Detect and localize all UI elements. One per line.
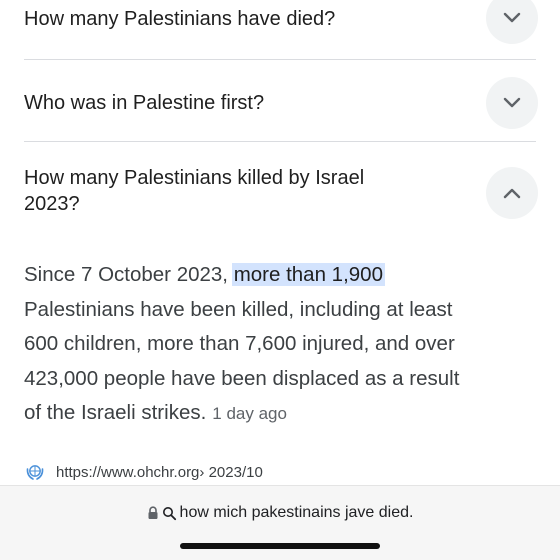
home-indicator[interactable] bbox=[180, 543, 380, 549]
chevron-down-icon bbox=[503, 12, 521, 23]
answer-highlight: more than 1,900 bbox=[231, 263, 385, 286]
lock-icon bbox=[148, 506, 158, 519]
source-url[interactable]: https://www.ohchr.org bbox=[56, 464, 199, 481]
search-icon bbox=[162, 506, 176, 520]
answer-line-4: 423,000 people have been displaced as a … bbox=[24, 366, 460, 390]
chevron-down-icon bbox=[503, 97, 521, 108]
un-emblem-icon bbox=[24, 461, 46, 483]
browser-bottom-bar: how mich pakestinains jave died. bbox=[0, 485, 560, 560]
faq-toggle-1[interactable] bbox=[486, 0, 538, 44]
answer-date: 1 day ago bbox=[212, 404, 287, 423]
faq-question-2: Who was in Palestine first? bbox=[24, 92, 265, 114]
faq-question-3-line2: 2023? bbox=[24, 193, 80, 215]
faq-toggle-2[interactable] bbox=[486, 77, 538, 129]
faq-item-2[interactable]: Who was in Palestine first? bbox=[0, 60, 560, 142]
faq-item-1[interactable]: How many Palestinians have died? bbox=[0, 0, 560, 60]
source-path: › 2023/10 bbox=[199, 463, 263, 481]
faq-item-3[interactable]: How many Palestinians killed by Israel 2… bbox=[0, 142, 560, 232]
faq-question-3: How many Palestinians killed by Israel 2… bbox=[24, 165, 364, 217]
address-text[interactable]: how mich pakestinains jave died. bbox=[180, 504, 414, 522]
address-bar[interactable]: how mich pakestinains jave died. bbox=[0, 504, 560, 522]
faq-answer: Since 7 October 2023, more than 1,900 Pa… bbox=[24, 258, 536, 432]
chevron-up-icon bbox=[503, 188, 521, 199]
faq-toggle-3[interactable] bbox=[486, 167, 538, 219]
answer-prefix: Since 7 October 2023, bbox=[24, 263, 234, 286]
faq-question-3-line1: How many Palestinians killed by Israel bbox=[24, 167, 365, 189]
faq-question-1: How many Palestinians have died? bbox=[24, 8, 336, 30]
answer-line-5: of the Israeli strikes. bbox=[24, 401, 207, 424]
source-link[interactable]: https://www.ohchr.org › 2023/10 bbox=[24, 460, 263, 484]
search-results-page: How many Palestinians have died? Who was… bbox=[0, 0, 560, 560]
answer-line-3: 600 children, more than 7,600 injured, a… bbox=[24, 332, 455, 355]
answer-line-2: Palestinians have been killed, including… bbox=[24, 297, 453, 321]
